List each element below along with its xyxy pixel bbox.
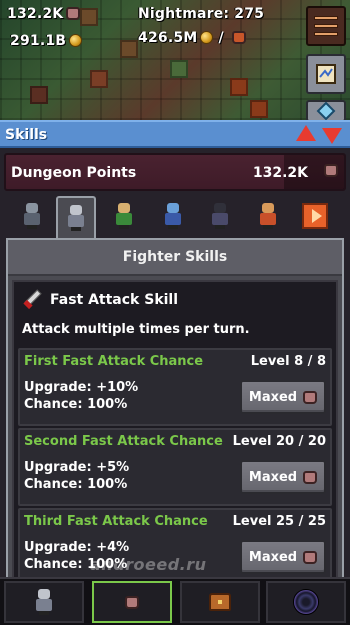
upgrade-amount: Upgrade: +10% <box>24 380 139 395</box>
nav-portal[interactable] <box>266 581 346 623</box>
dungeon-points-value: 132.2K <box>252 165 308 181</box>
coin-icon <box>69 34 83 47</box>
hud-dungeon-points: 132.2K <box>7 6 81 22</box>
upgrade-level: Level 20 / 20 <box>232 434 326 449</box>
hero-icon <box>34 589 54 615</box>
dungeon-points-label: Dungeon Points <box>11 165 137 181</box>
upgrade-amount: Upgrade: +4% <box>24 540 130 555</box>
hud-gold-value: 291.1B <box>10 33 67 49</box>
floor-tile <box>230 78 248 96</box>
floor-tile <box>90 70 108 88</box>
arrow-down-icon[interactable] <box>322 128 342 144</box>
maxed-button[interactable]: Maxed <box>240 460 326 494</box>
knight-icon <box>22 203 42 229</box>
loot-bag-icon <box>303 390 318 404</box>
fighter-icon <box>66 205 86 231</box>
chest-icon <box>209 593 231 611</box>
map-icon <box>316 64 336 84</box>
floor-tile <box>30 86 48 104</box>
maxed-button-label: Maxed <box>248 469 298 485</box>
crystal-button[interactable] <box>306 100 346 120</box>
floor-tile <box>120 40 138 58</box>
maxed-button[interactable]: Maxed <box>240 380 326 414</box>
upgrade-chance: Chance: 100% <box>24 397 128 412</box>
upgrade-card: First Fast Attack Chance Level 8 / 8 Upg… <box>18 348 332 426</box>
menu-bar <box>314 16 338 20</box>
upgrade-name: First Fast Attack Chance <box>24 354 204 369</box>
menu-bar <box>314 32 338 36</box>
maxed-button-label: Maxed <box>248 389 298 405</box>
tab-ninja[interactable] <box>202 198 238 234</box>
portal-icon <box>293 589 319 615</box>
nav-items[interactable] <box>180 581 260 623</box>
crystal-icon <box>316 102 336 120</box>
tab-fighter[interactable] <box>56 196 96 238</box>
loot-bag-icon <box>66 7 81 20</box>
upgrade-amount: Upgrade: +5% <box>24 460 130 475</box>
menu-bar <box>314 24 338 28</box>
game-view[interactable]: 132.2K 291.1B Nightmare: 275 426.5M / <box>0 0 350 120</box>
upgrade-name: Third Fast Attack Chance <box>24 514 208 529</box>
upgrade-card: Second Fast Attack Chance Level 20 / 20 … <box>18 428 332 506</box>
menu-button[interactable] <box>306 6 346 46</box>
loot-bag-icon <box>125 595 139 609</box>
tab-monk[interactable] <box>250 198 286 234</box>
skill-list[interactable]: Fast Attack Skill Attack multiple times … <box>12 280 338 579</box>
tab-knight[interactable] <box>14 198 50 234</box>
skill-description: Attack multiple times per turn. <box>22 322 250 337</box>
tab-mage[interactable] <box>155 198 191 234</box>
floor-tile <box>250 100 268 118</box>
skill-name: Fast Attack Skill <box>50 292 179 308</box>
hud-resource-value: 426.5M <box>138 30 198 46</box>
skill-header: Fast Attack Skill <box>22 290 178 310</box>
ranger-icon <box>114 203 134 229</box>
map-button[interactable] <box>306 54 346 94</box>
floor-tile <box>170 60 188 78</box>
demon-icon <box>231 31 246 44</box>
dungeon-points-bar: Dungeon Points 132.2K <box>4 153 346 191</box>
ninja-icon <box>210 203 230 229</box>
hud-resource: 426.5M / <box>138 30 246 46</box>
maxed-button[interactable]: Maxed <box>240 540 326 574</box>
window-title: Fighter Skills <box>8 240 342 276</box>
arrow-up-icon[interactable] <box>296 125 316 141</box>
upgrade-level: Level 8 / 8 <box>250 354 326 369</box>
upgrade-name: Second Fast Attack Chance <box>24 434 223 449</box>
floor-tile <box>80 8 98 26</box>
hud-resource-suffix: / <box>218 30 224 46</box>
skills-header: Skills <box>0 120 350 148</box>
maxed-button-label: Maxed <box>248 549 298 565</box>
tab-next-button[interactable] <box>302 203 328 229</box>
watermark: androeed.ru <box>90 555 207 574</box>
skills-title: Skills <box>5 127 48 143</box>
monk-icon <box>258 203 278 229</box>
tab-ranger[interactable] <box>106 198 142 234</box>
hud-nightmare: Nightmare: 275 <box>138 6 265 22</box>
upgrade-chance: Chance: 100% <box>24 477 128 492</box>
nav-skills[interactable] <box>92 581 172 623</box>
hud-gold: 291.1B <box>10 33 83 49</box>
sword-icon <box>22 290 42 310</box>
upgrade-level: Level 25 / 25 <box>232 514 326 529</box>
mage-icon <box>163 203 183 229</box>
hero-tabs <box>0 196 350 238</box>
loot-bag-icon <box>324 164 338 177</box>
bottom-nav <box>0 577 350 625</box>
coin-icon <box>200 31 214 44</box>
skills-window: Fighter Skills Fast Attack Skill Attack … <box>6 238 344 579</box>
loot-bag-icon <box>303 550 318 564</box>
hud-dungeon-points-value: 132.2K <box>7 6 64 22</box>
nav-heroes[interactable] <box>4 581 84 623</box>
loot-bag-icon <box>303 470 318 484</box>
